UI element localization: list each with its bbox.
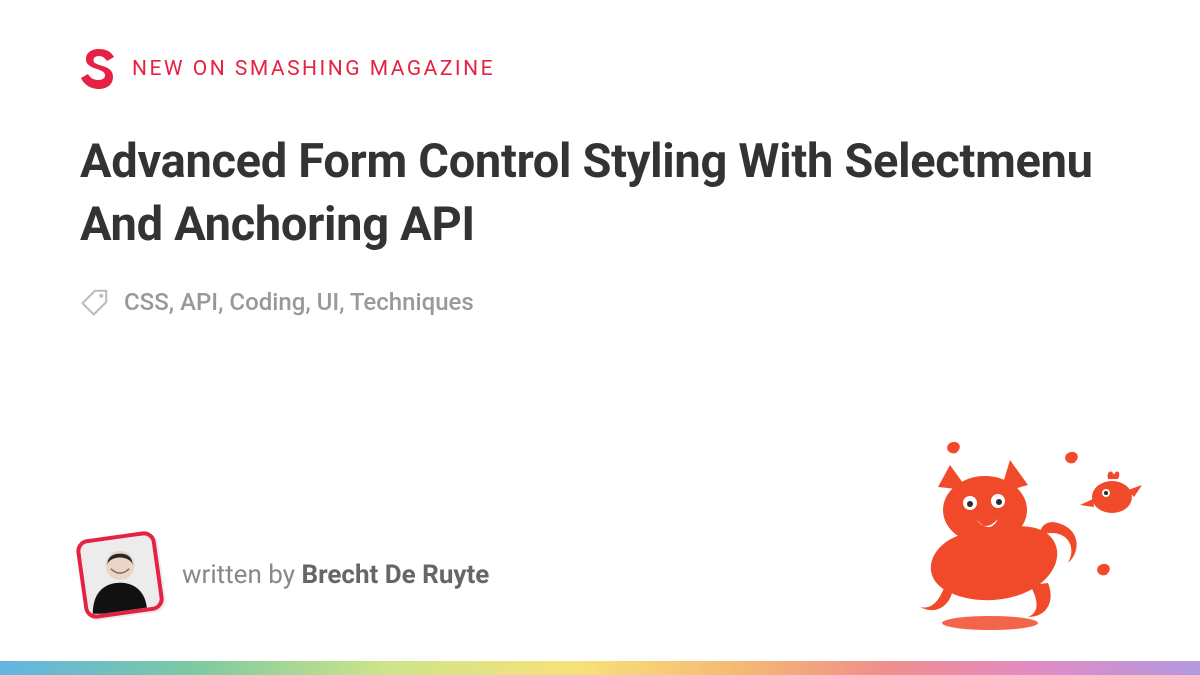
author-avatar <box>75 530 165 620</box>
bird-icon <box>1080 472 1142 513</box>
rainbow-bar <box>0 661 1200 675</box>
kicker-text: NEW ON SMASHING MAGAZINE <box>132 57 495 81</box>
author-name: Brecht De Ruyte <box>302 560 490 590</box>
tags-text: CSS, API, Coding, UI, Techniques <box>124 288 474 316</box>
cat-icon <box>920 460 1077 630</box>
mascot-illustration <box>890 435 1150 635</box>
article-title: Advanced Form Control Styling With Selec… <box>80 130 1120 257</box>
tag-icon <box>80 287 110 317</box>
author-row: written by Brecht De Ruyte <box>80 535 489 615</box>
byline-prefix: written by <box>182 560 302 590</box>
kicker-row: NEW ON SMASHING MAGAZINE <box>80 48 1120 90</box>
smashing-logo-icon <box>80 48 116 90</box>
byline: written by Brecht De Ruyte <box>182 560 489 590</box>
tags-row: CSS, API, Coding, UI, Techniques <box>80 287 1120 317</box>
article-card: NEW ON SMASHING MAGAZINE Advanced Form C… <box>0 0 1200 317</box>
